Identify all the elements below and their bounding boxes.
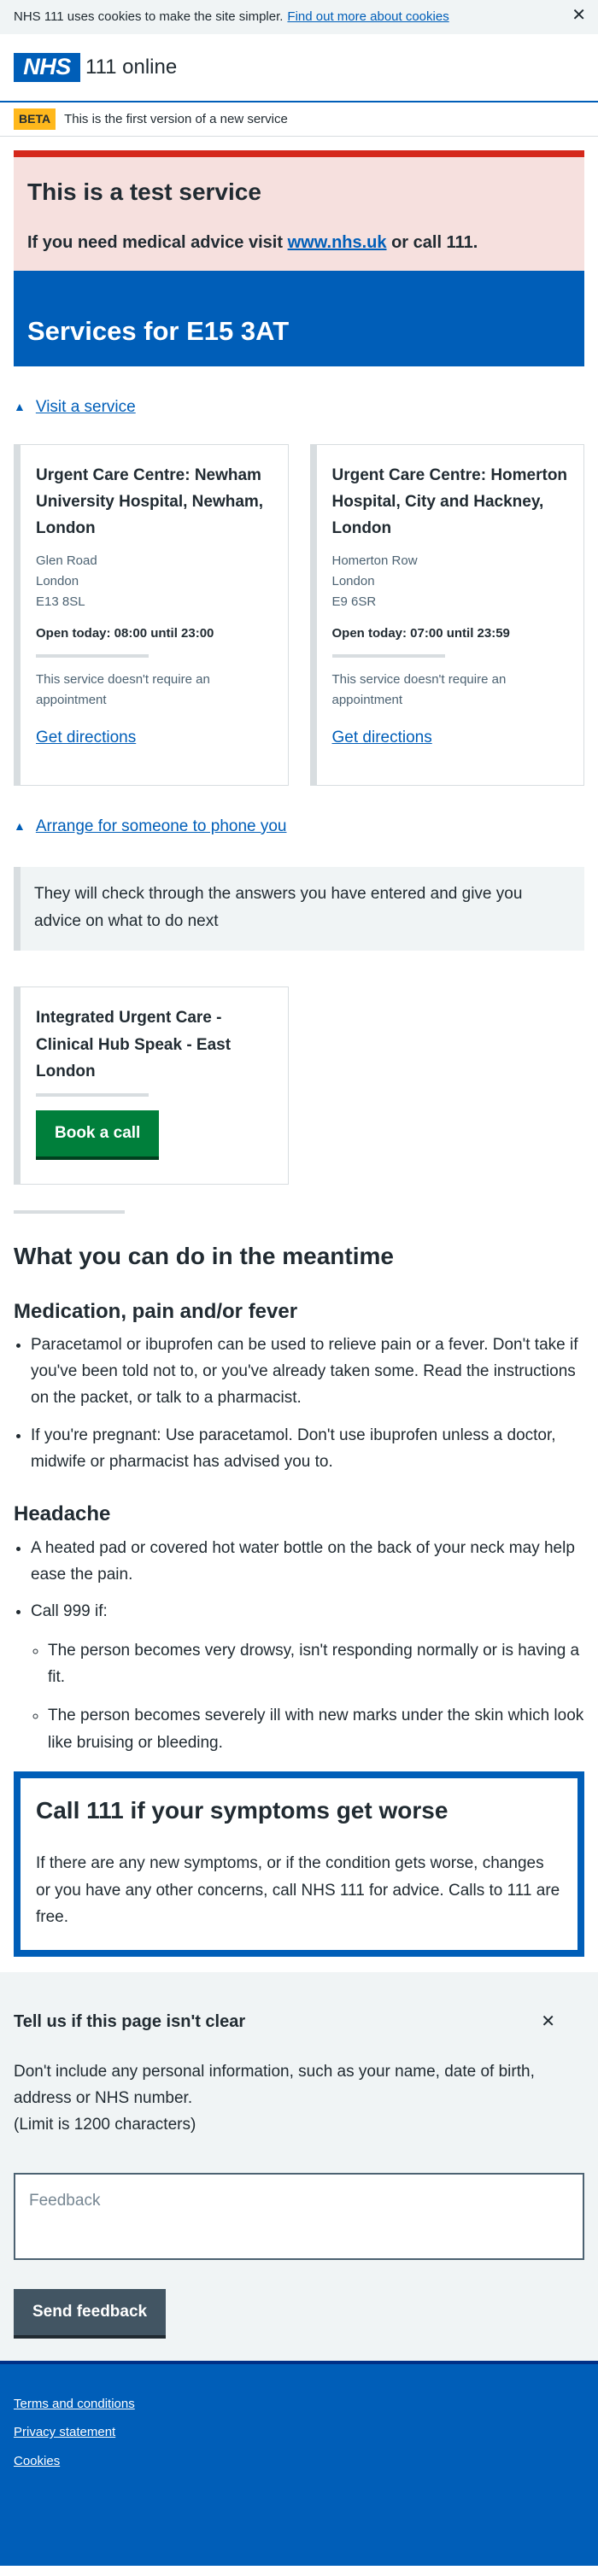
beta-banner: BETA This is the first version of a new … [0, 102, 598, 137]
advice-suffix: or call 111. [391, 232, 478, 252]
advice-list: A heated pad or covered hot water bottle… [31, 1535, 584, 1756]
book-call-button[interactable]: Book a call [36, 1110, 160, 1157]
feedback-limit: (Limit is 1200 characters) [14, 2116, 196, 2134]
list-item: A heated pad or covered hot water bottle… [31, 1535, 584, 1589]
site-header: NHS 111 online [0, 34, 598, 102]
arrange-call-link[interactable]: Arrange for someone to phone you [36, 815, 287, 839]
test-service-title: This is a test service [27, 179, 261, 205]
sub-list: The person becomes very drowsy, isn't re… [48, 1637, 584, 1756]
visit-service-link[interactable]: Visit a service [36, 395, 136, 419]
advice-list: Paracetamol or ibuprofen can be used to … [31, 1332, 584, 1476]
callback-service-name: Integrated Urgent Care - Clinical Hub Sp… [36, 1009, 232, 1080]
get-directions-link[interactable]: Get directions [36, 729, 136, 746]
page-title: Services for E15 3AT [27, 316, 290, 347]
service-list: Urgent Care Centre: Newham University Ho… [0, 443, 598, 786]
cookie-banner: NHS 111 uses cookies to make the site si… [0, 0, 598, 34]
address-line: E13 8SL [36, 594, 85, 609]
service-name: Urgent Care Centre: Newham University Ho… [36, 465, 264, 538]
feedback-title: Tell us if this page isn't clear [14, 2011, 246, 2031]
section-heading: Headache [14, 1502, 111, 1526]
feedback-panel: Tell us if this page isn't clear ✕ Don't… [0, 1971, 598, 2361]
address-line: Glen Road [36, 553, 97, 568]
care-card: Call 111 if your symptoms get worse If t… [14, 1771, 584, 1957]
cookie-info-link[interactable]: Find out more about cookies [287, 8, 448, 26]
beta-tag: BETA [14, 108, 56, 130]
address-line: London [36, 573, 79, 588]
close-icon[interactable]: ✕ [541, 2010, 555, 2034]
site-footer: Terms and conditions Privacy statement C… [0, 2360, 598, 2566]
callback-service-card: Integrated Urgent Care - Clinical Hub Sp… [14, 986, 289, 1186]
address-line: London [331, 573, 375, 588]
list-item: If you're pregnant: Use paracetamol. Don… [31, 1422, 584, 1476]
list-item: Call 999 if: The person becomes very dro… [31, 1598, 584, 1756]
arrange-call-toggle[interactable]: ▲ Arrange for someone to phone you [0, 814, 598, 840]
triangle-up-icon: ▲ [14, 819, 26, 834]
feedback-hint: Don't include any personal information, … [14, 2062, 535, 2107]
service-name: Urgent Care Centre: Homerton Hospital, C… [331, 465, 568, 538]
divider [36, 1093, 149, 1098]
section-heading: Medication, pain and/or fever [14, 1299, 298, 1323]
test-service-advice: If you need medical advice visit www.nhs… [27, 231, 571, 255]
divider [331, 654, 445, 659]
service-address: Homerton Row London E9 6SR [332, 551, 569, 612]
list-item-text: Call 999 if: [31, 1602, 108, 1621]
service-card: Urgent Care Centre: Homerton Hospital, C… [309, 443, 584, 786]
opening-times: Open today: 07:00 until 23:59 [331, 625, 510, 641]
visit-service-toggle[interactable]: ▲ Visit a service [0, 395, 598, 420]
nhs-logo[interactable]: NHS [14, 53, 80, 82]
list-item: Paracetamol or ibuprofen can be used to … [31, 1332, 584, 1412]
get-directions-link[interactable]: Get directions [332, 729, 432, 746]
divider [36, 654, 149, 659]
test-service-warning: This is a test service If you need medic… [14, 150, 584, 271]
appointment-note: This service doesn't require an appointm… [36, 672, 210, 708]
footer-link-cookies[interactable]: Cookies [14, 2452, 584, 2471]
beta-text: This is the first version of a new servi… [64, 111, 288, 126]
inset-text: They will check through the answers you … [14, 866, 584, 951]
address-line: Homerton Row [331, 553, 418, 568]
feedback-input[interactable] [14, 2172, 584, 2260]
triangle-up-icon: ▲ [14, 400, 26, 414]
address-line: E9 6SR [331, 594, 377, 609]
opening-times: Open today: 08:00 until 23:00 [36, 625, 214, 641]
service-card: Urgent Care Centre: Newham University Ho… [14, 443, 289, 786]
service-address: Glen Road London E13 8SL [36, 551, 273, 612]
meantime-title: What you can do in the meantime [14, 1243, 394, 1270]
nhs-website-link[interactable]: www.nhs.uk [288, 233, 387, 252]
advice-prefix: If you need medical advice visit [27, 232, 284, 252]
section-divider [14, 1210, 125, 1215]
service-name: 111 online [85, 55, 178, 79]
cookie-text: NHS 111 uses cookies to make the site si… [14, 9, 284, 25]
footer-link-terms[interactable]: Terms and conditions [14, 2395, 584, 2414]
list-item: The person becomes severely ill with new… [48, 1702, 584, 1756]
send-feedback-button[interactable]: Send feedback [14, 2288, 167, 2335]
close-icon[interactable]: ✕ [572, 7, 586, 24]
meantime-section: What you can do in the meantime Medicati… [0, 1241, 598, 1756]
care-card-text: If there are any new symptoms, or if the… [36, 1854, 560, 1927]
appointment-note: This service doesn't require an appointm… [331, 672, 507, 708]
list-item: The person becomes very drowsy, isn't re… [48, 1637, 584, 1691]
care-card-title: Call 111 if your symptoms get worse [36, 1797, 448, 1824]
services-banner: Services for E15 3AT [14, 270, 584, 366]
footer-link-privacy[interactable]: Privacy statement [14, 2423, 584, 2442]
